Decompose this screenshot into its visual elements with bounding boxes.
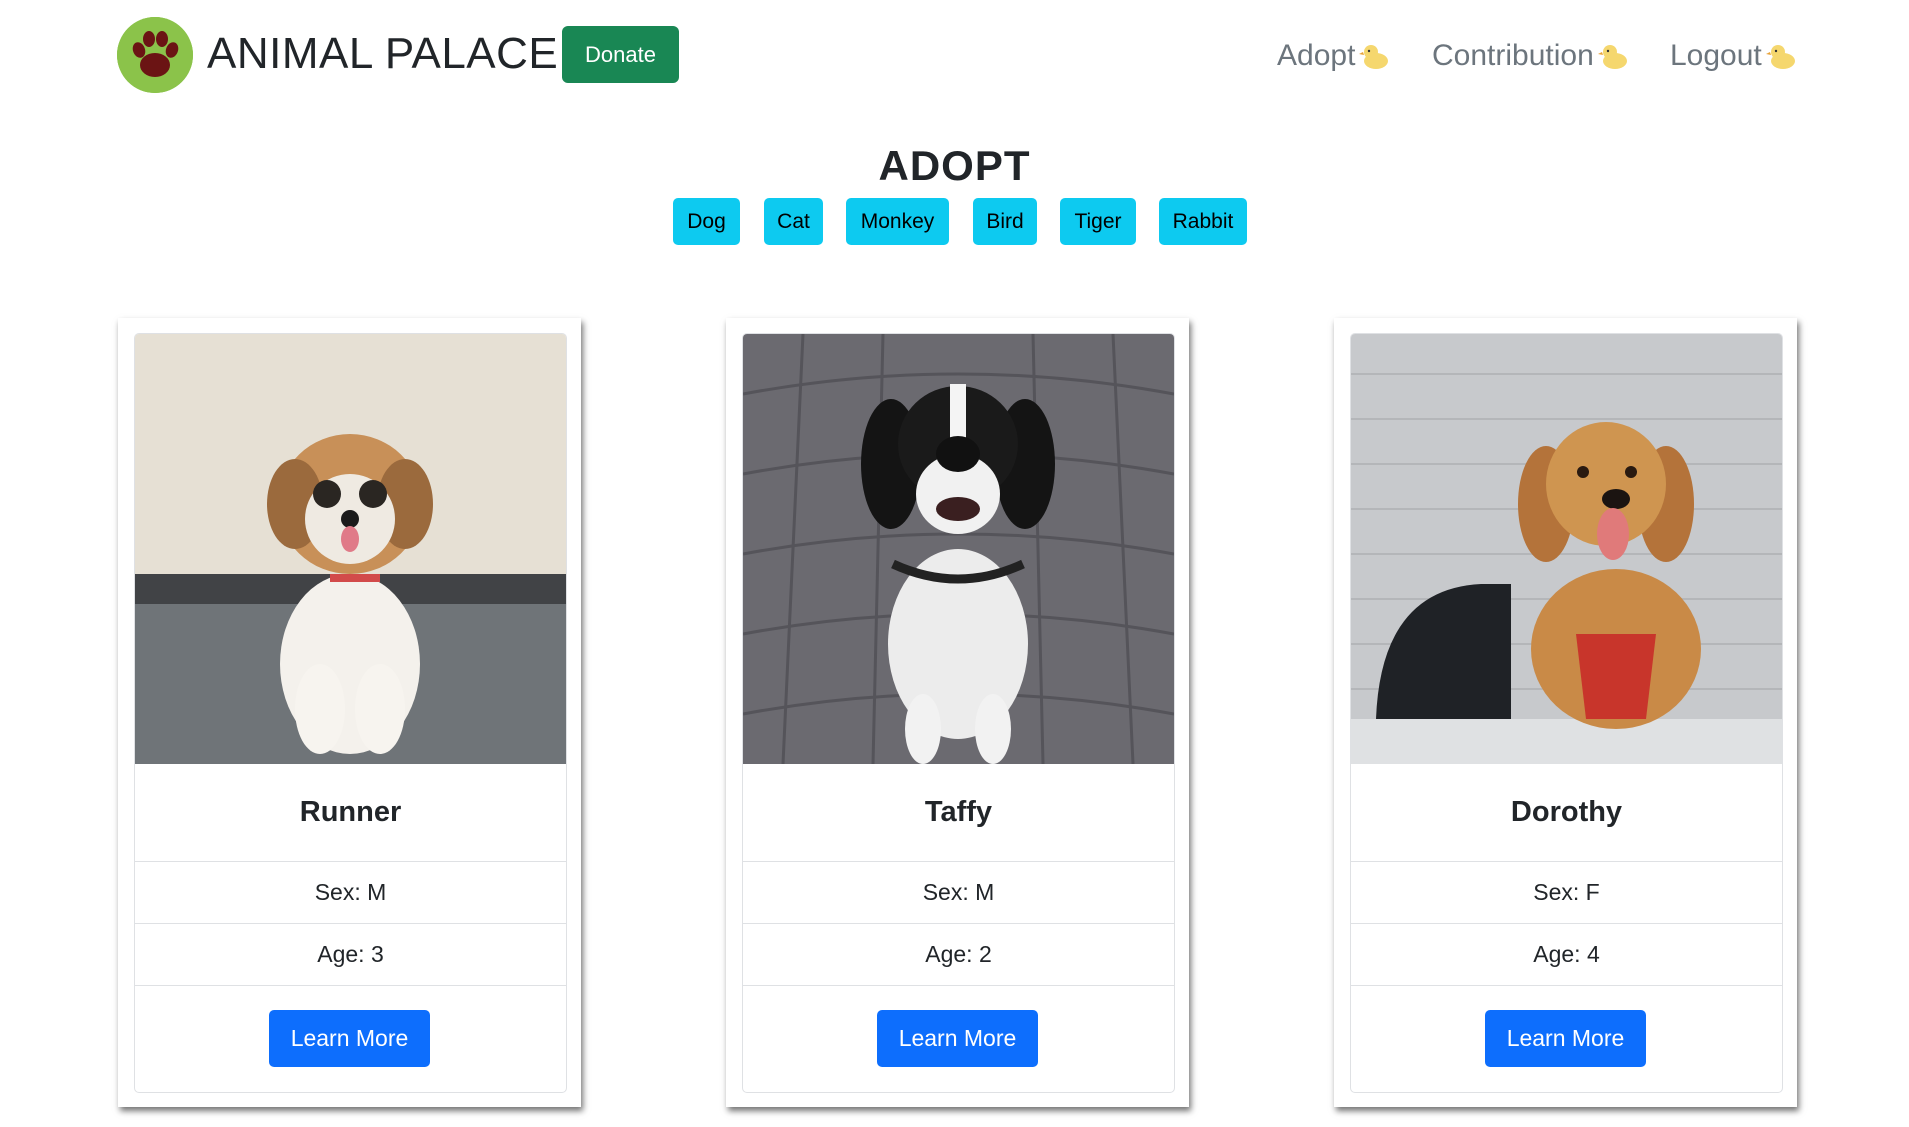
filter-monkey-button[interactable]: Monkey <box>846 198 949 245</box>
pet-sex: Sex: M <box>743 862 1174 924</box>
filter-bird-button[interactable]: Bird <box>973 198 1037 245</box>
pet-sex: Sex: M <box>135 862 566 924</box>
nav-label: Logout <box>1670 39 1762 72</box>
chick-icon <box>1597 41 1630 71</box>
pet-name: Runner <box>135 764 566 862</box>
pet-age: Age: 2 <box>743 924 1174 986</box>
top-navbar: ANIMAL PALACE Donate Adopt Contribution … <box>0 0 1909 110</box>
learn-more-button[interactable]: Learn More <box>877 1010 1038 1067</box>
donate-button[interactable]: Donate <box>562 26 679 83</box>
nav-contribution[interactable]: Contribution <box>1432 36 1630 76</box>
filter-tiger-button[interactable]: Tiger <box>1060 198 1136 245</box>
learn-more-button[interactable]: Learn More <box>1485 1010 1646 1067</box>
pet-sex: Sex: F <box>1351 862 1782 924</box>
pet-name: Taffy <box>743 764 1174 862</box>
page-title: ADOPT <box>878 142 1031 190</box>
pet-card: Dorothy Sex: F Age: 4 Learn More <box>1334 318 1797 1107</box>
pet-card-body: Runner Sex: M Age: 3 Learn More <box>134 333 567 1093</box>
pet-card-body: Dorothy Sex: F Age: 4 Learn More <box>1350 333 1783 1093</box>
chick-icon <box>1359 41 1391 71</box>
pet-age: Age: 3 <box>135 924 566 986</box>
pet-age: Age: 4 <box>1351 924 1782 986</box>
paw-icon[interactable] <box>117 17 193 93</box>
brand-name[interactable]: ANIMAL PALACE <box>207 26 558 82</box>
pet-photo[interactable] <box>135 334 566 764</box>
pet-card: Taffy Sex: M Age: 2 Learn More <box>726 318 1189 1107</box>
nav-label: Adopt <box>1277 39 1356 72</box>
nav-logout[interactable]: Logout <box>1670 36 1798 76</box>
learn-more-button[interactable]: Learn More <box>269 1010 430 1067</box>
nav-label: Contribution <box>1432 39 1594 72</box>
filter-rabbit-button[interactable]: Rabbit <box>1159 198 1247 245</box>
chick-icon <box>1765 41 1798 71</box>
nav-adopt[interactable]: Adopt <box>1277 36 1391 76</box>
pet-photo[interactable] <box>1351 334 1782 764</box>
pet-name: Dorothy <box>1351 764 1782 862</box>
pet-card-body: Taffy Sex: M Age: 2 Learn More <box>742 333 1175 1093</box>
filter-cat-button[interactable]: Cat <box>764 198 823 245</box>
filter-dog-button[interactable]: Dog <box>673 198 740 245</box>
pet-photo[interactable] <box>743 334 1174 764</box>
pet-card: Runner Sex: M Age: 3 Learn More <box>118 318 581 1107</box>
